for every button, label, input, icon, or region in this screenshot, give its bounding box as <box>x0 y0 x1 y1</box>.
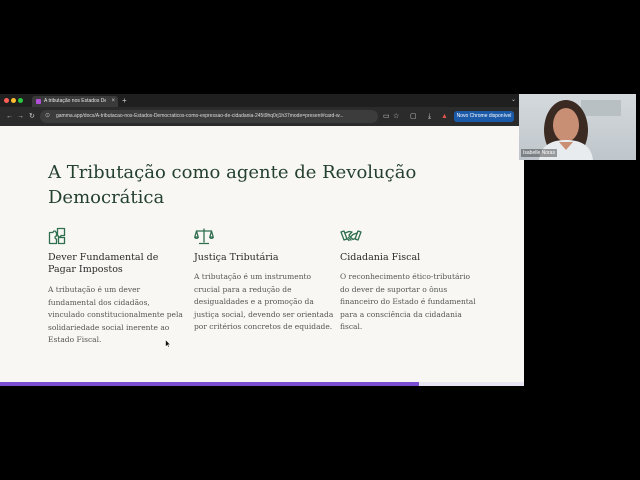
tab-search-icon[interactable]: ⌄ <box>511 95 516 106</box>
minimize-window-button[interactable] <box>11 98 16 103</box>
gamma-favicon-icon <box>36 99 41 104</box>
browser-tab[interactable]: A tributação nos Estados De × <box>32 96 118 107</box>
presentation-progress-bar <box>0 382 524 386</box>
column-2-title: Justiça Tributária <box>194 252 279 263</box>
tab-bar: A tributação nos Estados De × + ⌄ <box>0 94 524 107</box>
cast-icon[interactable]: ▭ <box>383 112 390 121</box>
forward-icon[interactable]: → <box>17 112 24 121</box>
maximize-window-button[interactable] <box>18 98 23 103</box>
webcam-overlay: Isabelle Noras <box>519 94 636 160</box>
chrome-update-button[interactable]: Novo Chrome disponível <box>454 111 514 122</box>
bookmark-star-icon[interactable]: ☆ <box>393 112 399 121</box>
slide-title: A Tributação como agente de Revolução De… <box>48 162 417 208</box>
url-text[interactable]: gamma.app/docs/A-tributacao-nos-Estados-… <box>56 112 376 121</box>
column-3-body: O reconhecimento ético-tributário do dev… <box>340 272 476 331</box>
column-1-title: Dever Fundamental de Pagar Impostos <box>48 252 159 275</box>
puzzle-icon <box>48 227 66 245</box>
extension-icon[interactable]: ▲ <box>441 112 448 121</box>
scales-icon <box>194 228 214 245</box>
chrome-update-label: Novo Chrome disponível <box>456 113 512 119</box>
participant-name: Isabelle Noras <box>521 149 557 157</box>
column-2-body: A tributação é um instrumento crucial pa… <box>194 272 334 331</box>
close-window-button[interactable] <box>4 98 9 103</box>
reload-icon[interactable]: ↻ <box>29 112 35 121</box>
new-tab-button[interactable]: + <box>122 95 127 106</box>
handshake-icon <box>340 230 362 242</box>
download-icon[interactable]: ⤓ <box>428 112 431 121</box>
column-3-title: Cidadania Fiscal <box>340 252 421 263</box>
tab-close-icon[interactable]: × <box>111 97 115 106</box>
tab-title: A tributação nos Estados De <box>44 98 106 104</box>
browser-toolbar: ← → ↻ ⊙ gamma.app/docs/A-tributacao-nos-… <box>0 107 524 126</box>
back-icon[interactable]: ← <box>6 112 13 121</box>
address-bar[interactable]: ⊙ gamma.app/docs/A-tributacao-nos-Estado… <box>40 110 378 123</box>
presentation-slide: A Tributação como agente de Revolução De… <box>0 126 524 382</box>
column-1-body: A tributação é um dever fundamental dos … <box>48 285 183 344</box>
site-info-icon[interactable]: ⊙ <box>45 112 50 121</box>
mouse-cursor-icon <box>165 339 171 348</box>
browser-window: A tributação nos Estados De × + ⌄ ← → ↻ … <box>0 94 524 386</box>
extensions-icon[interactable]: ▢ <box>410 112 417 121</box>
progress-fill <box>0 382 420 386</box>
